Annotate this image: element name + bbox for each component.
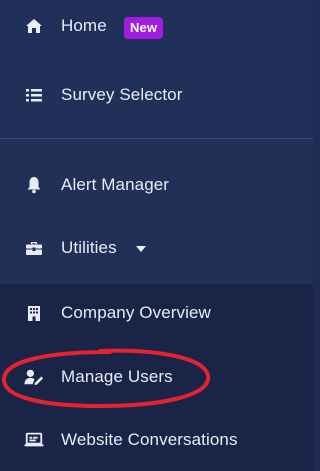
sidebar-item-label: Company Overview <box>61 303 211 322</box>
sidebar-nav: Home New Survey Selector Alert Manager U… <box>0 0 313 471</box>
sidebar-item-label: Alert Manager <box>61 175 170 194</box>
sidebar-item-survey-selector[interactable]: Survey Selector <box>0 73 313 117</box>
sidebar-item-label: Utilities <box>61 238 117 257</box>
new-badge: New <box>124 17 164 39</box>
laptop-icon <box>24 430 44 450</box>
sidebar-item-company-overview[interactable]: Company Overview <box>0 291 313 335</box>
sidebar-item-label: Website Conversations <box>61 430 238 449</box>
sidebar-item-utilities[interactable]: Utilities <box>0 226 313 270</box>
sidebar-item-label: Survey Selector <box>61 85 183 104</box>
list-icon <box>24 85 44 105</box>
sidebar-item-label: Home <box>61 16 107 35</box>
sidebar-item-manage-users[interactable]: Manage Users <box>0 355 313 399</box>
bell-icon <box>24 175 44 195</box>
sidebar-item-website-conversations[interactable]: Website Conversations <box>0 418 313 462</box>
home-icon <box>24 16 44 36</box>
chevron-down-icon <box>136 246 146 252</box>
user-edit-icon <box>24 367 44 387</box>
sidebar-item-label: Manage Users <box>61 367 173 386</box>
sidebar-item-home[interactable]: Home New <box>0 4 313 48</box>
building-icon <box>24 303 44 323</box>
toolbox-icon <box>24 238 44 258</box>
sidebar-item-alert-manager[interactable]: Alert Manager <box>0 163 313 207</box>
